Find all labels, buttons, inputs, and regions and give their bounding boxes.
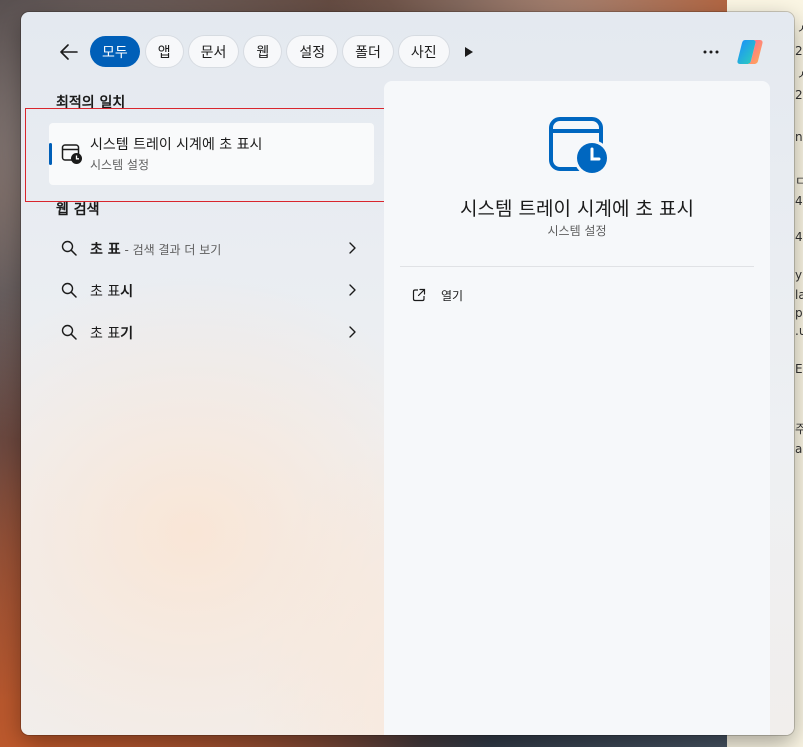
doc-line: ㅅ — [797, 22, 803, 36]
search-icon — [61, 324, 77, 340]
play-icon — [464, 46, 473, 57]
more-tabs-button[interactable] — [455, 36, 483, 67]
chevron-right-icon — [349, 326, 356, 338]
web-result-1[interactable]: 초 표 - 검색 결과 더 보기 — [49, 229, 374, 267]
tab-photos[interactable]: 사진 — [398, 36, 449, 67]
web-result-label: 초 표기 — [90, 326, 134, 342]
back-button[interactable] — [55, 38, 83, 66]
open-action[interactable]: 열기 — [400, 283, 754, 307]
divider — [400, 266, 754, 267]
calendar-clock-icon — [61, 144, 82, 164]
open-label: 열기 — [441, 289, 464, 303]
doc-line: 2. — [795, 44, 803, 58]
more-options-button[interactable] — [699, 42, 723, 62]
doc-line: la — [795, 288, 803, 302]
doc-line: 주 — [795, 422, 803, 436]
web-search-heading: 웹 검색 — [56, 202, 100, 218]
web-result-3[interactable]: 초 표기 — [49, 313, 374, 351]
web-result-label: 초 표시 — [90, 284, 134, 300]
doc-line: nt — [795, 130, 803, 144]
doc-line: ㄷ — [795, 174, 803, 188]
tab-documents[interactable]: 문서 — [188, 36, 239, 67]
selection-indicator — [49, 143, 52, 165]
ellipsis-icon — [703, 50, 719, 54]
search-icon — [61, 240, 77, 256]
chevron-right-icon — [349, 284, 356, 296]
back-arrow-icon — [60, 44, 78, 60]
doc-line: p — [795, 306, 803, 320]
doc-line: ㅅ — [797, 68, 803, 82]
calendar-clock-icon — [549, 117, 610, 176]
filter-tabs: 모두 앱 문서 웹 설정 폴더 사진 — [90, 36, 483, 67]
doc-line: y — [795, 268, 803, 282]
open-external-icon — [412, 288, 426, 302]
doc-line: a — [795, 442, 803, 456]
best-match-subtitle: 시스템 설정 — [90, 158, 150, 172]
tab-folders[interactable]: 폴더 — [343, 36, 393, 67]
preview-title: 시스템 트레이 시계에 초 표시 — [460, 198, 694, 220]
doc-line: 2. — [795, 88, 803, 102]
doc-line: E — [795, 362, 803, 376]
doc-line: .u — [795, 324, 803, 338]
tab-settings[interactable]: 설정 — [287, 36, 338, 67]
tab-web[interactable]: 웹 — [244, 36, 282, 67]
best-match-result[interactable]: 시스템 트레이 시계에 초 표시 시스템 설정 — [49, 123, 374, 185]
web-result-label: 초 표 - 검색 결과 더 보기 — [90, 242, 222, 258]
best-match-heading: 최적의 일치 — [56, 95, 126, 111]
doc-line: 47 — [795, 194, 803, 208]
tab-apps[interactable]: 앱 — [145, 36, 183, 67]
search-panel: 모두 앱 문서 웹 설정 폴더 사진 최적의 일치 시스템 트레이 시계에 초 … — [21, 12, 794, 735]
doc-line: 42 — [795, 230, 803, 244]
preview-subtitle: 시스템 설정 — [547, 224, 607, 238]
web-result-2[interactable]: 초 표시 — [49, 271, 374, 309]
preview-pane: 시스템 트레이 시계에 초 표시 시스템 설정 열기 — [384, 81, 770, 735]
tab-all[interactable]: 모두 — [90, 36, 140, 67]
search-icon — [61, 282, 77, 298]
best-match-title: 시스템 트레이 시계에 초 표시 — [90, 137, 263, 153]
chevron-right-icon — [349, 242, 356, 254]
copilot-icon[interactable] — [734, 36, 766, 68]
